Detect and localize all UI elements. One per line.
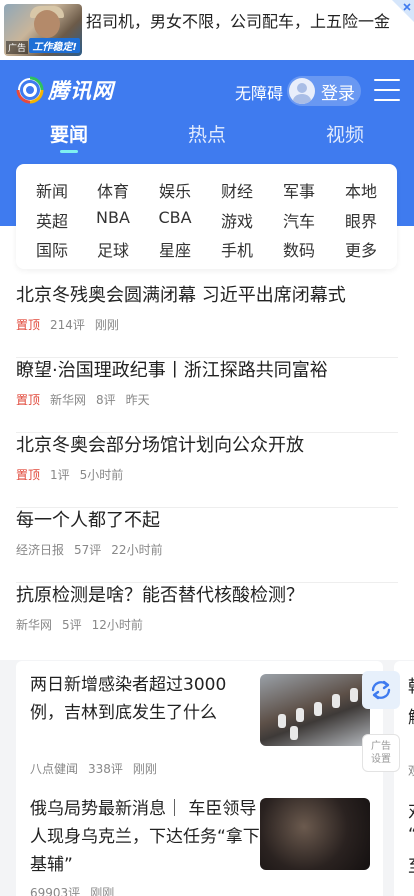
news-time: 昨天 bbox=[125, 393, 150, 407]
news-time: 5小时前 bbox=[79, 468, 124, 482]
list-item[interactable]: 北京冬残奥会圆满闭幕 习近平出席闭幕式 置顶 214评 刚刚 bbox=[16, 284, 398, 358]
channel-item[interactable]: 汽车 bbox=[275, 208, 323, 232]
comment-count: 338评 bbox=[88, 762, 123, 776]
news-meta: 置顶 214评 刚刚 bbox=[16, 316, 398, 333]
channel-item[interactable]: 国际 bbox=[28, 237, 76, 261]
channel-more[interactable]: 更多 bbox=[337, 237, 385, 261]
channel-item[interactable]: 体育 bbox=[89, 178, 137, 202]
news-source: 经济日报 bbox=[16, 543, 65, 557]
ad-close-icon[interactable] bbox=[392, 0, 414, 22]
tab-hot[interactable]: 热点 bbox=[167, 120, 247, 147]
news-time: 刚刚 bbox=[90, 886, 115, 896]
ad-thumb-slogan: 工作稳定! bbox=[29, 38, 80, 53]
card-item[interactable]: 两日新增感染者超过3000例，吉林到底发生了什么 bbox=[30, 671, 260, 727]
tab-bar: 要闻 热点 视频 bbox=[0, 120, 414, 156]
accessibility-button[interactable]: 无障碍 bbox=[235, 80, 283, 104]
channel-item[interactable]: 足球 bbox=[89, 237, 137, 261]
news-meta: 新华网 5评 12小时前 bbox=[16, 616, 398, 633]
news-time: 刚刚 bbox=[132, 762, 157, 776]
list-item[interactable]: 每一个人都了不起 经济日报 57评 22小时前 bbox=[16, 509, 398, 583]
news-source: 八点健闻 bbox=[30, 762, 79, 776]
channel-item[interactable]: 眼界 bbox=[337, 208, 385, 232]
edge-char: “ bbox=[408, 825, 414, 845]
refresh-button[interactable] bbox=[362, 671, 400, 709]
channel-item[interactable]: 手机 bbox=[213, 237, 261, 261]
edge-char: 韩 bbox=[408, 672, 414, 697]
news-title[interactable]: 北京冬残奥会圆满闭幕 习近平出席闭幕式 bbox=[16, 284, 398, 308]
ad-settings-button[interactable]: 广告 设置 bbox=[362, 734, 400, 772]
refresh-icon bbox=[371, 680, 391, 700]
avatar-icon bbox=[289, 78, 315, 104]
news-meta: 经济日报 57评 22小时前 bbox=[16, 541, 398, 558]
edge-char: 对 bbox=[408, 797, 414, 822]
card-meta: 八点健闻 338评 刚刚 bbox=[30, 760, 157, 777]
card-image[interactable] bbox=[260, 798, 370, 870]
ad-thumbnail[interactable]: 广告 工作稳定! bbox=[4, 4, 82, 56]
tencent-logo-icon bbox=[16, 76, 44, 104]
channel-item[interactable]: 军事 bbox=[275, 178, 323, 202]
card-title[interactable]: 俄乌局势最新消息｜ 车臣领导人现身乌克兰，下达任务“拿下基辅” bbox=[30, 795, 260, 879]
list-item[interactable]: 北京冬奥会部分场馆计划向公众开放 置顶 1评 5小时前 bbox=[16, 434, 398, 508]
menu-icon[interactable] bbox=[374, 79, 400, 101]
news-title[interactable]: 瞭望·治国理政纪事丨浙江探路共同富裕 bbox=[16, 359, 398, 383]
channel-item[interactable]: 游戏 bbox=[213, 208, 261, 232]
news-feed: 北京冬残奥会圆满闭幕 习近平出席闭幕式 置顶 214评 刚刚 瞭望·治国理政纪事… bbox=[0, 226, 414, 660]
edge-char: 触 bbox=[408, 703, 414, 728]
channel-item[interactable]: NBA bbox=[89, 208, 137, 227]
channel-grid: 新闻 体育 娱乐 财经 军事 本地 英超 NBA CBA 游戏 汽车 眼界 国际… bbox=[16, 164, 397, 269]
pinned-badge: 置顶 bbox=[16, 393, 41, 407]
news-meta: 置顶 新华网 8评 昨天 bbox=[16, 391, 398, 408]
card-title[interactable]: 两日新增感染者超过3000例，吉林到底发生了什么 bbox=[30, 671, 260, 727]
comment-count: 69903评 bbox=[30, 886, 81, 896]
news-title[interactable]: 抗原检测是啥？能否替代核酸检测？ bbox=[16, 584, 398, 608]
news-time: 刚刚 bbox=[94, 318, 119, 332]
list-item[interactable]: 抗原检测是啥？能否替代核酸检测？ 新华网 5评 12小时前 bbox=[16, 584, 398, 658]
ad-thumb-face bbox=[34, 10, 60, 38]
pinned-badge: 置顶 bbox=[16, 318, 41, 332]
channel-item[interactable]: 星座 bbox=[151, 237, 199, 261]
news-meta: 置顶 1评 5小时前 bbox=[16, 466, 398, 483]
logo-text: 腾讯网 bbox=[48, 79, 114, 103]
news-time: 12小时前 bbox=[91, 618, 143, 632]
ad-text[interactable]: 招司机，男女不限，公司配车，上五险一金 bbox=[86, 8, 390, 32]
news-source: 新华网 bbox=[16, 618, 53, 632]
card-item[interactable]: 俄乌局势最新消息｜ 车臣领导人现身乌克兰，下达任务“拿下基辅” bbox=[30, 795, 260, 879]
channel-item[interactable]: 娱乐 bbox=[151, 178, 199, 202]
news-title[interactable]: 北京冬奥会部分场馆计划向公众开放 bbox=[16, 434, 398, 458]
edge-char: 至 bbox=[408, 852, 414, 877]
tab-indicator bbox=[60, 150, 78, 153]
channel-item[interactable]: 英超 bbox=[28, 208, 76, 232]
ad-banner[interactable]: 广告 工作稳定! 招司机，男女不限，公司配车，上五险一金 bbox=[0, 0, 414, 60]
comment-count: 214评 bbox=[50, 318, 85, 332]
card-image[interactable] bbox=[260, 674, 370, 746]
pinned-badge: 置顶 bbox=[16, 468, 41, 482]
card-meta: 69903评 刚刚 bbox=[30, 884, 114, 896]
channel-item[interactable]: CBA bbox=[151, 208, 199, 227]
comment-count: 1评 bbox=[50, 468, 70, 482]
news-title[interactable]: 每一个人都了不起 bbox=[16, 509, 398, 533]
channel-item[interactable]: 新闻 bbox=[28, 178, 76, 202]
login-button[interactable]: 登录 bbox=[287, 76, 361, 106]
tab-news[interactable]: 要闻 bbox=[29, 120, 109, 147]
logo[interactable]: 腾讯网 bbox=[16, 75, 114, 105]
news-source: 新华网 bbox=[50, 393, 87, 407]
list-item[interactable]: 瞭望·治国理政纪事丨浙江探路共同富裕 置顶 新华网 8评 昨天 bbox=[16, 359, 398, 433]
channel-item[interactable]: 财经 bbox=[213, 178, 261, 202]
comment-count: 8评 bbox=[96, 393, 116, 407]
news-card[interactable]: 两日新增感染者超过3000例，吉林到底发生了什么 八点健闻 338评 刚刚 俄乌… bbox=[16, 661, 383, 896]
channel-item[interactable]: 本地 bbox=[337, 178, 385, 202]
tab-video[interactable]: 视频 bbox=[305, 120, 385, 147]
ad-thumb-tag: 广告 bbox=[6, 41, 29, 54]
news-time: 22小时前 bbox=[111, 543, 163, 557]
comment-count: 5评 bbox=[62, 618, 82, 632]
edge-char: 观 bbox=[408, 762, 414, 779]
channel-item[interactable]: 数码 bbox=[275, 237, 323, 261]
comment-count: 57评 bbox=[74, 543, 102, 557]
login-label: 登录 bbox=[321, 83, 355, 104]
